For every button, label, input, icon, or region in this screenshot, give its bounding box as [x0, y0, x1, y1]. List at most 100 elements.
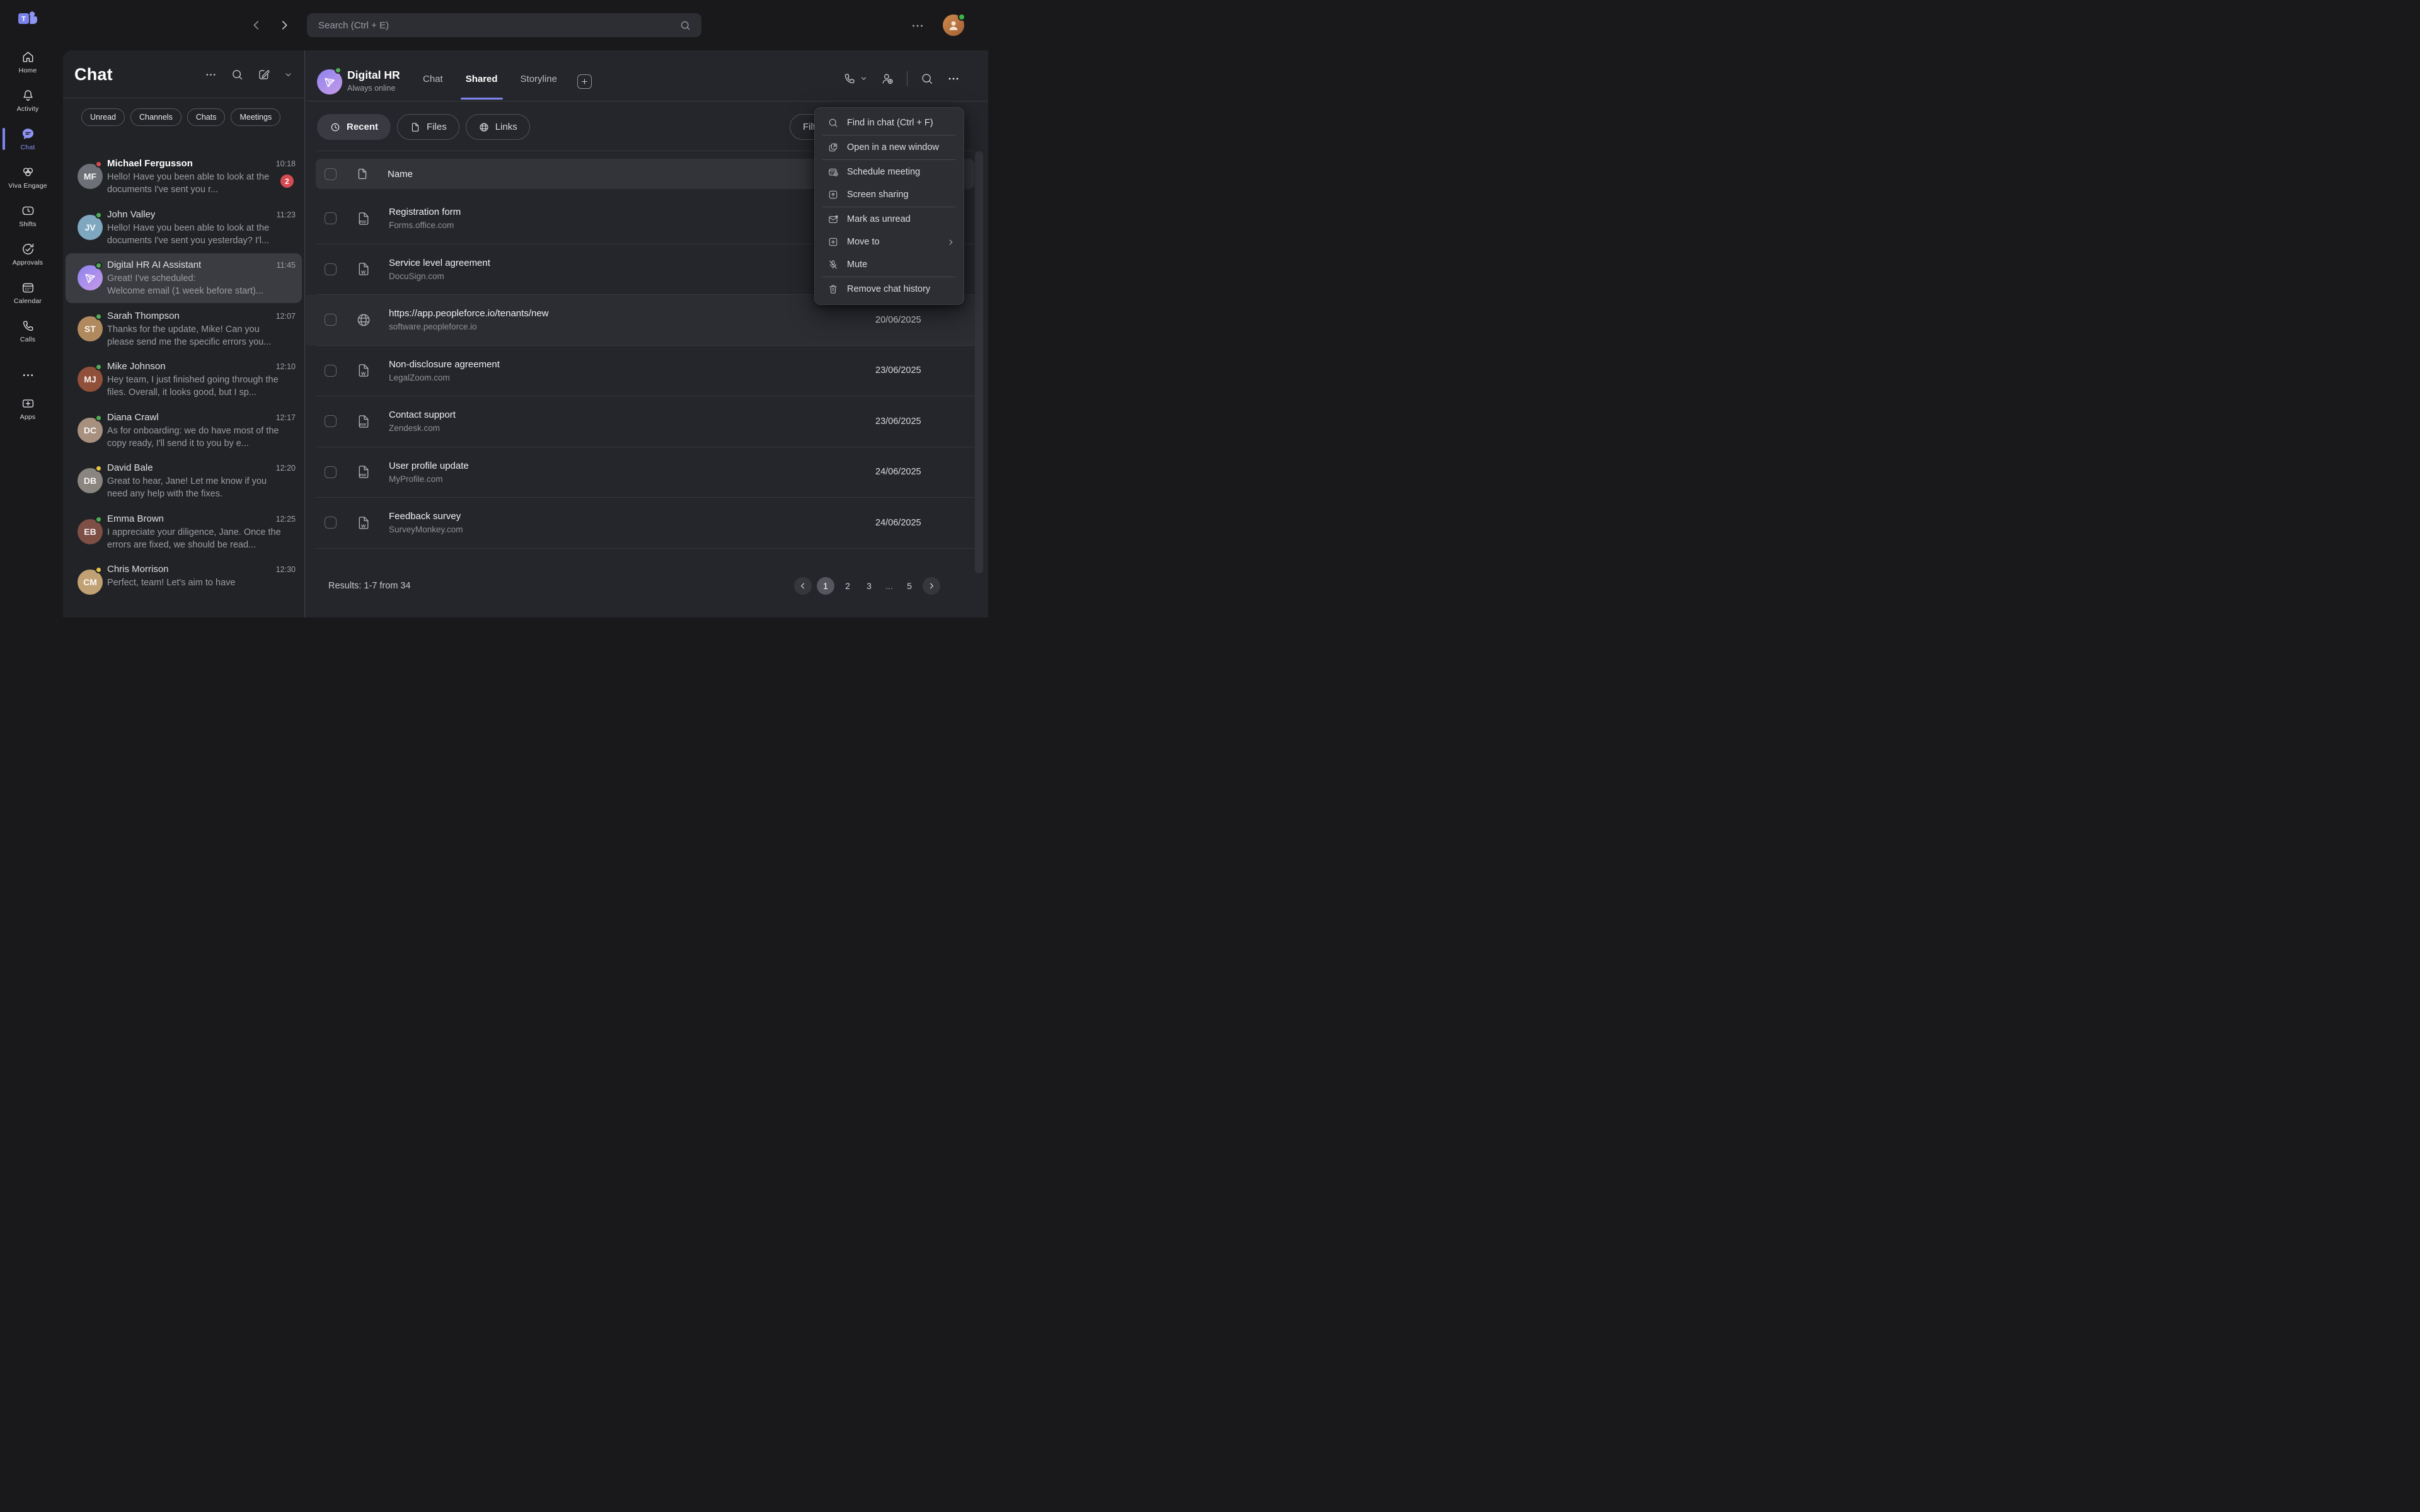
- chat-list-item-emma-brown[interactable]: EB Emma Brown 12:25 I appreciate your di…: [63, 507, 304, 558]
- chat-list-item-john-valley[interactable]: JV John Valley 11:23 Hello! Have you bee…: [63, 202, 304, 253]
- chat-list-item-sarah-thompson[interactable]: ST Sarah Thompson 12:07 Thanks for the u…: [63, 304, 304, 355]
- chat-time: 12:07: [271, 312, 296, 321]
- file-title[interactable]: https://app.peopleforce.io/tenants/new: [389, 308, 549, 319]
- menu-divider: [822, 159, 956, 160]
- sidebar-item-calendar[interactable]: Calendar: [0, 273, 55, 312]
- menu-item-schedule-meeting[interactable]: Schedule meeting: [815, 161, 964, 183]
- menu-item-mark-as-unread[interactable]: Mark as unread: [815, 208, 964, 231]
- page-2[interactable]: 2: [839, 581, 856, 591]
- menu-item-label: Schedule meeting: [847, 167, 920, 177]
- menu-item-find-in-chat-ctrl-f[interactable]: Find in chat (Ctrl + F): [815, 112, 964, 134]
- mail-unread-icon: [827, 214, 839, 225]
- row-checkbox[interactable]: [325, 263, 337, 275]
- online-status-dot: [335, 67, 342, 74]
- chat-name: Emma Brown: [107, 513, 164, 524]
- new-chat-icon[interactable]: [257, 68, 270, 81]
- file-title[interactable]: Non-disclosure agreement: [389, 359, 500, 370]
- page-5[interactable]: 5: [901, 581, 918, 591]
- view-button-links[interactable]: Links: [466, 114, 530, 140]
- back-icon[interactable]: [250, 18, 265, 33]
- add-people-icon[interactable]: [880, 72, 894, 86]
- view-button-files[interactable]: Files: [397, 114, 459, 140]
- find-in-chat-icon[interactable]: [920, 72, 934, 86]
- sidebar-item-calls[interactable]: Calls: [0, 312, 55, 350]
- menu-item-remove-chat-history[interactable]: Remove chat history: [815, 278, 964, 301]
- global-search-box[interactable]: [307, 13, 701, 37]
- page-3[interactable]: 3: [861, 581, 877, 591]
- user-avatar[interactable]: [943, 14, 964, 36]
- chevron-right-icon: [947, 238, 955, 246]
- table-row-contact-support[interactable]: PDF Contact support Zendesk.com 23/06/20…: [316, 396, 974, 447]
- status-dot: [95, 465, 102, 472]
- scrollbar-thumb[interactable]: [975, 151, 983, 573]
- table-row-non-disclosure-agreement[interactable]: W Non-disclosure agreement LegalZoom.com…: [316, 346, 974, 397]
- file-title[interactable]: Feedback survey: [389, 511, 463, 522]
- tab-chat[interactable]: Chat: [423, 57, 443, 101]
- chat-list-item-diana-crawl[interactable]: DC Diana Crawl 12:17 As for onboarding: …: [63, 405, 304, 456]
- next-page-icon[interactable]: [923, 577, 940, 595]
- tab-storyline[interactable]: Storyline: [521, 57, 557, 101]
- view-button-recent[interactable]: Recent: [317, 114, 391, 140]
- sidebar-item-shifts[interactable]: Shifts: [0, 197, 55, 235]
- file-word-icon: W: [355, 261, 372, 277]
- menu-item-mute[interactable]: Mute: [815, 253, 964, 276]
- file-title[interactable]: Service level agreement: [389, 258, 490, 268]
- svg-text:W: W: [361, 270, 366, 275]
- table-row-user-profile-update[interactable]: PDF User profile update MyProfile.com 24…: [316, 447, 974, 498]
- file-title[interactable]: User profile update: [389, 461, 469, 471]
- filter-pill-meetings[interactable]: Meetings: [231, 108, 280, 126]
- chevron-down-icon[interactable]: [284, 70, 293, 79]
- name-column-header[interactable]: Name: [388, 169, 413, 180]
- chat-preview: Hey team, I just finished going through …: [107, 374, 296, 399]
- status-dot: [95, 516, 102, 523]
- avatar: MF: [78, 164, 103, 189]
- row-checkbox[interactable]: [325, 314, 337, 326]
- file-date: 24/06/2025: [875, 467, 921, 477]
- sidebar-item-approvals[interactable]: Approvals: [0, 235, 55, 273]
- page-1[interactable]: 1: [817, 577, 834, 595]
- chat-list-item-david-bale[interactable]: DB David Bale 12:20 Great to hear, Jane!…: [63, 455, 304, 507]
- prev-page-icon[interactable]: [794, 577, 812, 595]
- chat-list-item-chris-morrison[interactable]: CM Chris Morrison 12:30 Perfect, team! L…: [63, 557, 304, 608]
- sidebar-item-home[interactable]: Home: [0, 43, 55, 81]
- table-row-feedback-survey[interactable]: W Feedback survey SurveyMonkey.com 24/06…: [316, 498, 974, 549]
- app-rail: T Home Activity Chat Viva Engage Shifts …: [0, 0, 55, 617]
- screen-share-icon: [827, 189, 839, 200]
- forward-icon[interactable]: [277, 18, 292, 33]
- shifts-icon: [21, 203, 35, 218]
- sidebar-item-chat[interactable]: Chat: [0, 120, 55, 158]
- chat-list-item-digital-hr-ai-assistant[interactable]: Digital HR AI Assistant 11:45 Great! I'v…: [63, 253, 304, 304]
- row-checkbox[interactable]: [325, 466, 337, 478]
- row-checkbox[interactable]: [325, 517, 337, 529]
- topbar-more-icon[interactable]: [910, 18, 925, 33]
- file-title[interactable]: Contact support: [389, 410, 456, 420]
- menu-item-open-in-a-new-window[interactable]: Open in a new window: [815, 136, 964, 159]
- menu-item-screen-sharing[interactable]: Screen sharing: [815, 183, 964, 206]
- search-input[interactable]: [317, 20, 679, 32]
- search-icon: [679, 20, 691, 32]
- chat-list-item-michael-fergusson[interactable]: MF Michael Fergusson 10:18 Hello! Have y…: [63, 151, 304, 202]
- select-all-checkbox[interactable]: [325, 168, 337, 180]
- conversation-more-icon[interactable]: [947, 72, 960, 86]
- avatar: MJ: [78, 367, 103, 392]
- sidebar-item-more[interactable]: [0, 364, 55, 389]
- chat-search-icon[interactable]: [231, 68, 244, 81]
- chat-list-item-mike-johnson[interactable]: MJ Mike Johnson 12:10 Hey team, I just f…: [63, 354, 304, 405]
- call-button[interactable]: [843, 72, 868, 86]
- tab-shared[interactable]: Shared: [466, 57, 498, 101]
- chat-preview: Great! I've scheduled: Welcome email (1 …: [107, 272, 296, 297]
- row-checkbox[interactable]: [325, 212, 337, 224]
- filter-pill-chats[interactable]: Chats: [187, 108, 226, 126]
- chat-name: Sarah Thompson: [107, 311, 180, 321]
- filter-pill-channels[interactable]: Channels: [130, 108, 182, 126]
- menu-item-move-to[interactable]: Move to: [815, 231, 964, 253]
- chat-more-icon[interactable]: [204, 68, 217, 81]
- row-checkbox[interactable]: [325, 415, 337, 427]
- filter-pill-unread[interactable]: Unread: [81, 108, 125, 126]
- file-title[interactable]: Registration form: [389, 207, 461, 217]
- add-tab-button[interactable]: [577, 74, 592, 89]
- sidebar-item-apps[interactable]: Apps: [0, 389, 55, 428]
- sidebar-item-activity[interactable]: Activity: [0, 81, 55, 120]
- sidebar-item-viva-engage[interactable]: Viva Engage: [0, 158, 55, 197]
- row-checkbox[interactable]: [325, 365, 337, 377]
